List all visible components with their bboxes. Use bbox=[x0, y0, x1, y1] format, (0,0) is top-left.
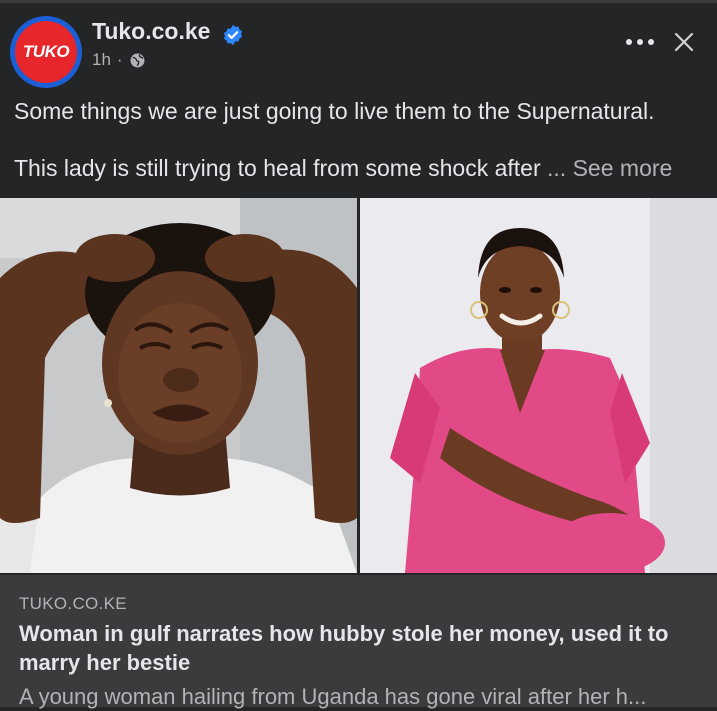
post-meta: 1h · bbox=[92, 50, 146, 70]
post-image-left[interactable] bbox=[0, 198, 357, 573]
top-divider bbox=[0, 0, 717, 3]
post-text-line: This lady is still trying to heal from s… bbox=[14, 153, 709, 183]
more-options-icon[interactable] bbox=[622, 32, 658, 52]
more-dot bbox=[648, 39, 654, 45]
meta-separator: · bbox=[116, 50, 123, 69]
see-more-link[interactable]: See more bbox=[573, 155, 673, 181]
post-text: Some things we are just going to live th… bbox=[14, 96, 709, 183]
post-text-truncated: This lady is still trying to heal from s… bbox=[14, 155, 541, 181]
post-time[interactable]: 1h bbox=[92, 50, 111, 70]
tuko-logo: TUKO bbox=[15, 21, 77, 83]
globe-icon bbox=[130, 53, 145, 67]
post-image-right[interactable] bbox=[360, 198, 717, 573]
ellipsis: ... bbox=[547, 155, 567, 181]
close-icon[interactable] bbox=[670, 28, 698, 56]
more-dot bbox=[637, 39, 643, 45]
page-avatar[interactable]: TUKO bbox=[10, 16, 82, 88]
link-preview[interactable]: TUKO.CO.KE Woman in gulf narrates how hu… bbox=[0, 575, 717, 709]
more-dot bbox=[626, 39, 632, 45]
page-name-link[interactable]: Tuko.co.ke bbox=[92, 18, 210, 45]
verified-badge-icon bbox=[223, 24, 243, 46]
smiling-woman-photo bbox=[360, 198, 717, 573]
crying-woman-photo bbox=[0, 198, 357, 573]
post-text-line: Some things we are just going to live th… bbox=[14, 98, 655, 124]
link-domain: TUKO.CO.KE bbox=[19, 594, 127, 613]
logo-text: TUKO bbox=[22, 42, 70, 61]
post-header: TUKO Tuko.co.ke 1h · bbox=[0, 8, 717, 88]
link-title[interactable]: Woman in gulf narrates how hubby stole h… bbox=[19, 619, 699, 677]
